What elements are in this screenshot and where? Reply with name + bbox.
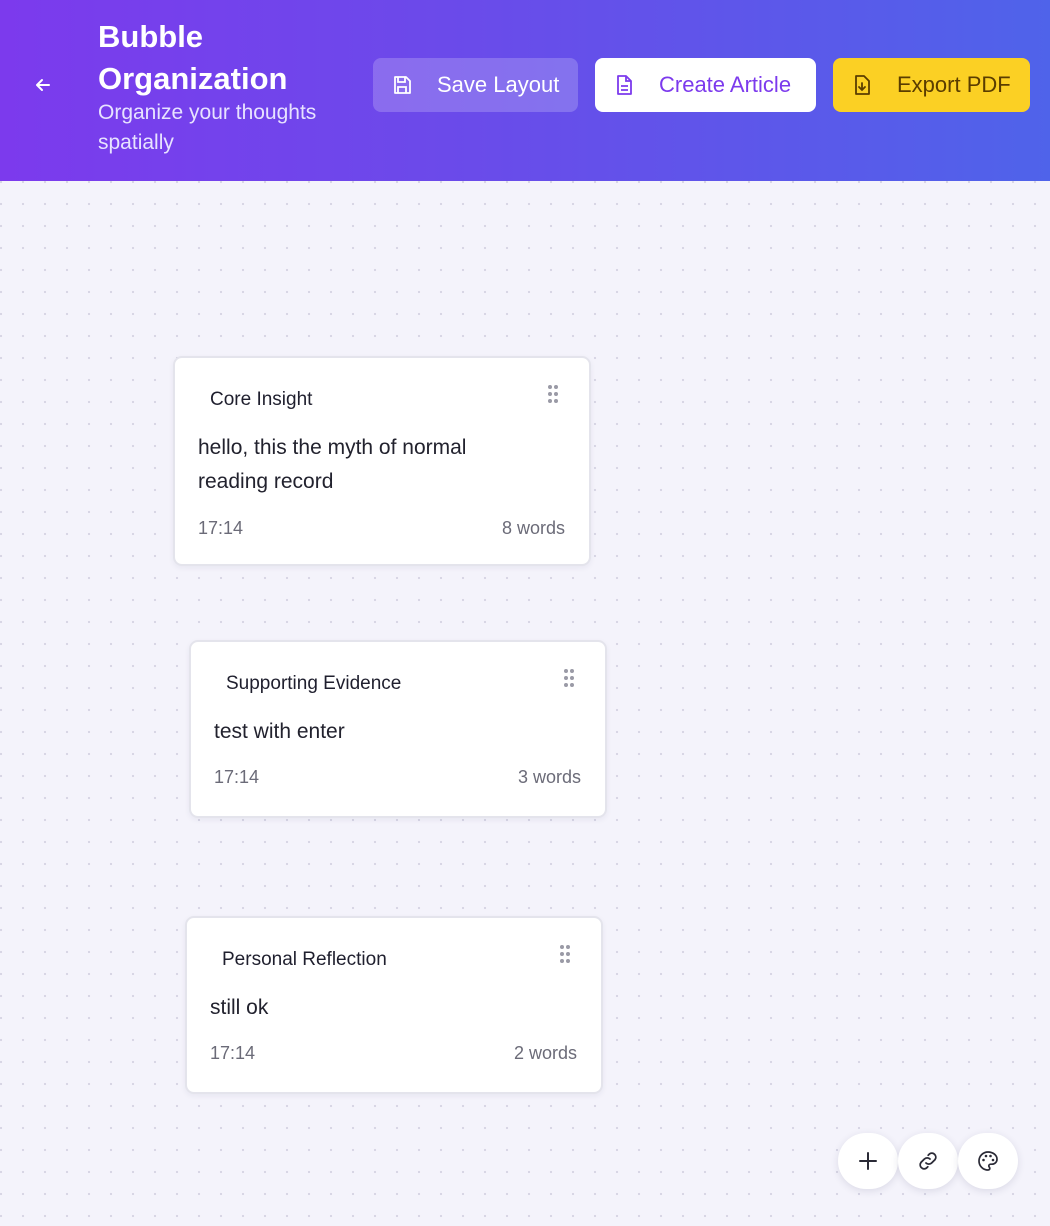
bubble-card[interactable]: Core Insight hello, this the myth of nor… [173,356,591,566]
palette-icon [978,1151,998,1171]
drag-handle-icon[interactable] [563,668,575,688]
bubble-card[interactable]: Personal Reflection still ok 17:14 2 wor… [185,916,603,1094]
card-label: Supporting Evidence [226,673,402,694]
page-subtitle: Organize your thoughts spatially [98,101,317,154]
arrow-left-icon [36,79,50,91]
card-word-count: 8 words [501,518,565,538]
drag-handle-icon[interactable] [559,944,571,964]
add-bubble-button[interactable] [838,1133,898,1189]
card-content[interactable]: still ok [210,991,550,1025]
save-layout-button[interactable]: Save Layout [373,58,578,112]
card-content[interactable]: hello, this the myth of normal reading r… [198,431,518,499]
link-icon [919,1152,937,1170]
export-pdf-label: Export PDF [897,72,1011,97]
card-label: Personal Reflection [222,949,387,970]
card-timestamp: 17:14 [198,518,244,538]
card-word-count: 2 words [513,1043,577,1063]
card-word-count: 3 words [517,767,581,787]
plus-icon [859,1152,877,1170]
card-content[interactable]: test with enter [214,715,554,749]
card-timestamp: 17:14 [210,1043,256,1063]
save-layout-label: Save Layout [437,72,560,97]
back-button[interactable] [28,70,58,100]
card-timestamp: 17:14 [214,767,260,787]
page-title: Bubble Organization [98,19,288,96]
card-label: Core Insight [210,389,313,410]
theme-palette-button[interactable] [958,1133,1018,1189]
create-article-button[interactable]: Create Article [595,58,816,112]
download-file-icon [851,74,873,96]
link-bubbles-button[interactable] [898,1133,958,1189]
create-article-label: Create Article [659,72,792,97]
bubble-card[interactable]: Supporting Evidence test with enter 17:1… [189,640,607,818]
app-header: Bubble Organization Organize your though… [0,0,1050,181]
export-pdf-button[interactable]: Export PDF [833,58,1030,112]
drag-handle-icon[interactable] [547,384,559,404]
document-icon [613,74,635,96]
save-icon [391,74,413,96]
